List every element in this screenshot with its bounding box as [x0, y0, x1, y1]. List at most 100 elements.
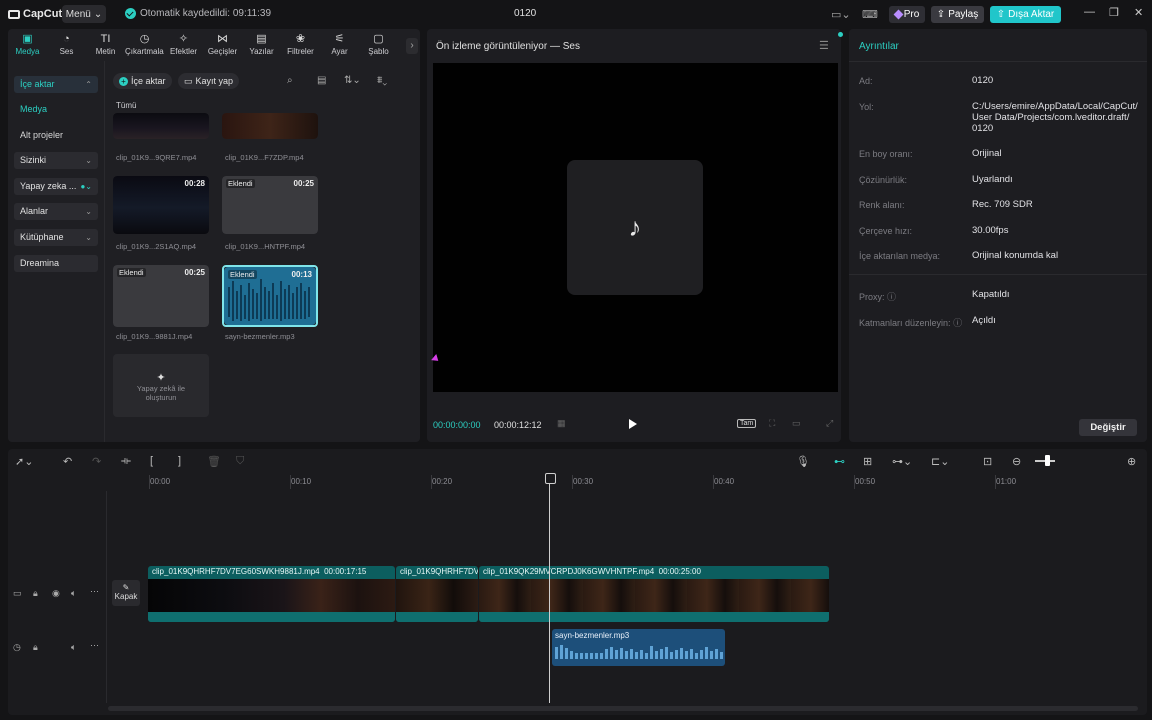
tab-ayar[interactable]: ⚟ Ayar: [320, 29, 359, 61]
nav-library[interactable]: Kütüphane ⌄: [14, 229, 98, 246]
nav-import[interactable]: İçe aktar ⌃: [14, 76, 98, 93]
detail-value: Orijinal: [972, 148, 1002, 159]
select-tool-icon[interactable]: ➚⌄: [15, 455, 33, 468]
hamburger-menu-icon[interactable]: ☰: [819, 39, 829, 52]
volume-icon[interactable]: 🔈︎: [71, 642, 76, 653]
caption-icon[interactable]: ⊡: [983, 455, 992, 468]
nav-media[interactable]: Medya: [20, 104, 47, 114]
tab-çıkartmalar[interactable]: ◷ Çıkartmalar: [125, 29, 164, 61]
nav-ai-label: Yapay zeka ...: [20, 181, 77, 191]
zoom-out-icon[interactable]: ⊖: [1012, 455, 1021, 468]
info-icon[interactable]: ⓘ: [953, 318, 962, 328]
timeline-toggle-icon[interactable]: ▦: [557, 418, 566, 429]
nav-spaces[interactable]: Alanlar ⌄: [14, 203, 98, 220]
audio-clip[interactable]: sayn-bezmenler.mp3: [552, 629, 725, 666]
video-clip[interactable]: clip_01K9QHRHF7DV7EG60SWKH9881J.mp4 00:0…: [148, 566, 395, 622]
main-track-magnet-icon[interactable]: ⊷: [834, 455, 845, 468]
more-icon[interactable]: ⋯: [90, 586, 99, 597]
pro-label: Pro: [903, 9, 920, 20]
video-clip[interactable]: clip_01K9QHRHF7DV7: [396, 566, 478, 622]
close-icon[interactable]: ✕: [1134, 6, 1143, 19]
ai-create-card[interactable]: ✦ Yapay zekâ ile oluşturun: [113, 354, 209, 417]
media-item[interactable]: [113, 113, 209, 139]
export-button[interactable]: ⇧ Dışa Aktar: [990, 6, 1061, 23]
preview-canvas[interactable]: ♪: [431, 63, 838, 392]
media-panel: ▣ Medya ◔ Ses TI Metin ◷ Çıkartmalar ✧ Efektler ⋈ G…: [8, 29, 420, 442]
chevron-down-icon: ●⌄: [80, 182, 92, 191]
nav-dreamina[interactable]: Dreamina: [14, 255, 98, 272]
layout-icon[interactable]: ▭⌄: [831, 8, 851, 21]
eye-icon[interactable]: ◉: [52, 588, 60, 599]
nav-yours[interactable]: Sizinki ⌄: [14, 152, 98, 169]
pro-button[interactable]: Pro: [889, 6, 925, 23]
crop-icon[interactable]: ⛶: [769, 418, 775, 429]
trim-left-icon[interactable]: [: [150, 455, 153, 467]
zoom-slider-handle[interactable]: [1045, 455, 1050, 466]
delete-icon[interactable]: 🗑: [207, 455, 221, 468]
filter-icon[interactable]: ⩩⌄: [377, 75, 387, 86]
record-button[interactable]: ▭ Kayıt yap: [178, 73, 240, 89]
nav-ai[interactable]: Yapay zeka ... ●⌄: [14, 178, 98, 195]
timeline-scrollbar[interactable]: [108, 706, 1138, 711]
tab-ses[interactable]: ◔ Ses: [47, 29, 86, 61]
import-button[interactable]: + İçe aktar: [113, 73, 172, 89]
playhead[interactable]: [545, 473, 556, 703]
change-button[interactable]: Değiştir: [1079, 419, 1137, 436]
redo-icon[interactable]: ↷: [92, 455, 101, 468]
tab-geçişler[interactable]: ⋈ Geçişler: [203, 29, 242, 61]
tab-şablo[interactable]: ▢ Şablo: [359, 29, 398, 61]
media-thumbnail: [113, 113, 209, 139]
lock-icon[interactable]: 🔒︎: [33, 642, 38, 653]
zoom-in-icon[interactable]: ⊕: [1127, 455, 1136, 468]
detail-value: 30.00fps: [972, 225, 1009, 236]
media-item[interactable]: 00:28: [113, 176, 209, 234]
auto-snap-icon[interactable]: ⊞: [863, 455, 872, 468]
lock-icon[interactable]: 🔒︎: [33, 588, 38, 599]
chevron-right-icon[interactable]: ›: [406, 38, 418, 54]
tab-metin[interactable]: TI Metin: [86, 29, 125, 61]
volume-icon[interactable]: 🔈︎: [71, 588, 76, 599]
tab-yazılar[interactable]: ▤ Yazılar: [242, 29, 281, 61]
maximize-icon[interactable]: ❐: [1109, 6, 1119, 19]
search-icon[interactable]: ⌕: [287, 75, 293, 86]
ratio-button[interactable]: Tam: [737, 419, 757, 428]
minimize-icon[interactable]: —: [1084, 6, 1095, 18]
tab-filtreler[interactable]: ❀ Filtreler: [281, 29, 320, 61]
media-item[interactable]: Eklendi 00:25: [113, 265, 209, 327]
preview-axis-icon[interactable]: ⊏⌄: [931, 455, 949, 468]
share-button[interactable]: ⇪ Paylaş: [931, 6, 984, 23]
media-duration: 00:25: [293, 179, 314, 188]
timeline-ruler[interactable]: 00:00 00:10 00:20 00:30 00:40 00:50 01:0…: [149, 473, 1147, 491]
tab-label: Şablo: [368, 47, 389, 56]
media-item-selected[interactable]: Eklendi 00:13: [222, 265, 318, 327]
tab-label: Çıkartmalar: [125, 47, 164, 56]
split-icon[interactable]: ⟛: [121, 455, 131, 468]
tab-medya[interactable]: ▣ Medya: [8, 29, 47, 61]
link-icon[interactable]: ⊶⌄: [892, 455, 912, 468]
play-button[interactable]: [629, 419, 637, 429]
info-icon[interactable]: ⓘ: [887, 292, 896, 302]
video-clip[interactable]: clip_01K9QK29MVCRPDJ0K6GWVHNTPF.mp4 00:0…: [479, 566, 829, 622]
nav-import-label: İçe aktar: [20, 79, 55, 89]
cover-button[interactable]: ✎ Kapak: [112, 580, 140, 606]
added-badge: Eklendi: [117, 268, 146, 277]
capcut-logo-icon: [8, 9, 20, 19]
trim-right-icon[interactable]: ]: [178, 455, 181, 467]
menu-button[interactable]: Menü ⌄: [62, 5, 106, 23]
grid-view-icon[interactable]: ▤: [317, 75, 326, 86]
more-icon[interactable]: ⋯: [90, 640, 99, 651]
tab-efektler[interactable]: ✧ Efektler: [164, 29, 203, 61]
fullscreen-icon[interactable]: ⤢: [826, 418, 833, 429]
shield-icon[interactable]: ⛉: [236, 455, 244, 468]
export-icon: ⇧: [996, 9, 1006, 20]
undo-icon[interactable]: ↶: [63, 455, 72, 468]
microphone-icon[interactable]: 🎙: [796, 455, 810, 468]
media-item[interactable]: Eklendi 00:25: [222, 176, 318, 234]
sort-icon[interactable]: ⇅⌄: [344, 75, 361, 86]
media-item[interactable]: [222, 113, 318, 139]
nav-subprojects[interactable]: Alt projeler: [20, 130, 63, 140]
project-title[interactable]: 0120: [514, 8, 536, 19]
quality-icon[interactable]: ▭: [792, 418, 801, 429]
divider: [849, 61, 1147, 62]
keyboard-icon[interactable]: ⌨: [862, 8, 878, 21]
